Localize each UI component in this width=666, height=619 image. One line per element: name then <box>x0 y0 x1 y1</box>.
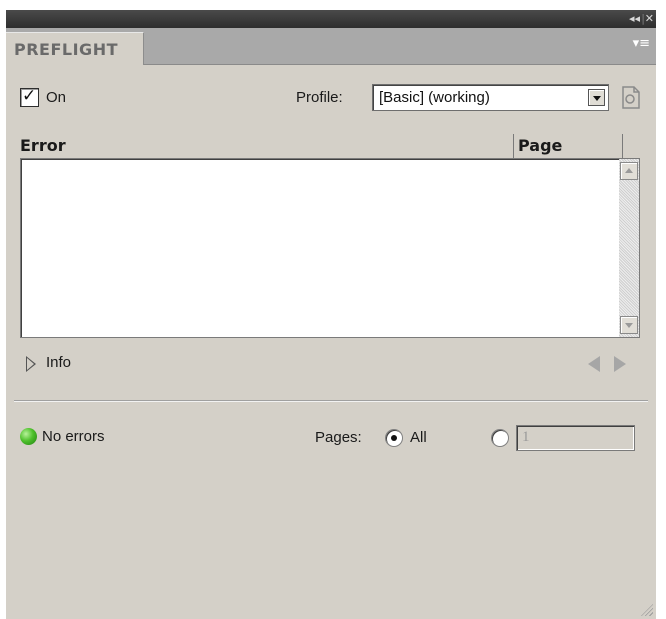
close-panel-icon[interactable]: ✕ <box>645 12 654 26</box>
disclosure-triangle-icon[interactable] <box>26 356 36 372</box>
scroll-up-icon[interactable] <box>620 162 638 180</box>
error-list[interactable] <box>20 158 640 338</box>
pages-label: Pages: <box>315 429 362 446</box>
status-indicator-icon <box>20 428 37 445</box>
arrow-left-icon[interactable] <box>588 356 600 372</box>
pages-range-radio[interactable] <box>491 429 509 447</box>
preflight-panel: ◂◂ | ✕ PREFLIGHT ▾≡ ✓ On Profile: [Basic… <box>6 10 656 619</box>
pages-all-radio[interactable] <box>385 429 403 447</box>
chevron-down-icon[interactable] <box>588 89 605 106</box>
divider <box>14 400 648 402</box>
profile-label: Profile: <box>296 89 343 106</box>
panel-titlebar: ◂◂ | ✕ <box>6 10 656 28</box>
column-divider[interactable] <box>513 134 514 158</box>
checkmark-icon: ✓ <box>22 86 37 106</box>
panel-menu-icon[interactable]: ▾≡ <box>633 37 650 51</box>
column-divider[interactable] <box>622 134 623 158</box>
info-section: Info <box>20 353 640 375</box>
tab-preflight[interactable]: PREFLIGHT <box>6 32 144 65</box>
vertical-scrollbar[interactable] <box>619 159 639 337</box>
collapse-panel-icon[interactable]: ◂◂ <box>629 12 640 26</box>
on-label: On <box>46 89 67 106</box>
resize-grip-icon[interactable] <box>641 604 653 616</box>
pages-range-input[interactable]: 1 <box>516 425 635 451</box>
tab-bar: PREFLIGHT ▾≡ <box>6 28 656 65</box>
profile-dropdown[interactable]: [Basic] (working) <box>372 84 609 111</box>
column-page[interactable]: Page <box>518 136 562 155</box>
profile-value: [Basic] (working) <box>379 89 490 106</box>
range-value: 1 <box>522 429 530 445</box>
arrow-right-icon[interactable] <box>614 356 626 372</box>
error-table-header: Error Page <box>20 134 640 158</box>
tab-label: PREFLIGHT <box>14 40 118 59</box>
status-text: No errors <box>42 428 105 445</box>
column-error[interactable]: Error <box>20 136 66 155</box>
scroll-down-icon[interactable] <box>620 316 638 334</box>
profile-doc-icon[interactable] <box>617 83 643 111</box>
on-checkbox[interactable]: ✓ <box>20 86 39 107</box>
info-label[interactable]: Info <box>46 354 71 371</box>
pages-all-label: All <box>410 429 427 446</box>
